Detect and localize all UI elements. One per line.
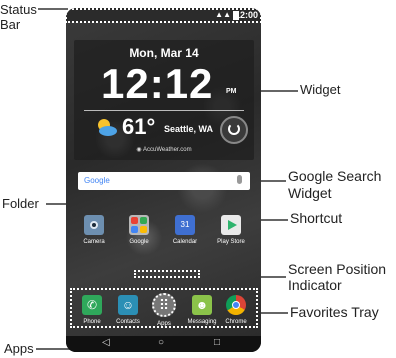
app-camera[interactable]: Camera xyxy=(72,215,116,245)
dock-chrome[interactable]: Chrome xyxy=(214,295,258,325)
calendar-icon: 31 xyxy=(175,215,195,235)
widget-ampm: PM xyxy=(226,88,237,95)
callout-screen-position-indicator: Screen Position Indicator xyxy=(288,261,387,293)
callout-widget: Widget xyxy=(300,82,341,97)
clock-weather-widget[interactable]: Mon, Mar 14 12:12 PM 61° Seattle, WA ◉ A… xyxy=(74,40,254,160)
home-screen: ▲▲ 12:00 Mon, Mar 14 12:12 PM 61° Seattl… xyxy=(66,8,261,336)
google-search-bar[interactable]: Google xyxy=(78,172,250,190)
callout-favorites-tray: Favorites Tray xyxy=(290,304,379,320)
widget-clock: 12:12 xyxy=(101,60,214,107)
widget-city: Seattle, WA xyxy=(164,124,214,134)
screen-position-indicator xyxy=(134,270,200,278)
chrome-icon xyxy=(226,295,246,315)
app-label: Play Store xyxy=(217,239,245,245)
back-icon[interactable]: ◁ xyxy=(102,337,110,348)
app-label: Google xyxy=(129,239,149,245)
callout-status-bar: Status Bar xyxy=(0,2,37,32)
google-logo: Google xyxy=(84,176,110,185)
callout-line-tray xyxy=(258,312,288,314)
play-store-icon xyxy=(221,215,241,235)
widget-date: Mon, Mar 14 xyxy=(129,46,199,60)
navigation-bar: ◁ ○ □ xyxy=(66,336,261,352)
mic-icon[interactable] xyxy=(237,175,242,184)
home-icon[interactable]: ○ xyxy=(158,337,164,348)
callout-shortcut: Shortcut xyxy=(290,210,343,226)
callout-google-search-widget: Google Search Widget xyxy=(288,168,382,201)
status-bar-highlight xyxy=(66,8,261,23)
camera-icon xyxy=(84,215,104,235)
recent-apps-icon[interactable]: □ xyxy=(214,337,220,348)
callout-apps: Apps xyxy=(4,341,34,356)
callout-line-status-bar xyxy=(38,8,68,10)
folder-icon xyxy=(129,215,149,235)
app-label: Chrome xyxy=(225,319,247,325)
contacts-icon: ☺ xyxy=(118,295,138,315)
widget-divider xyxy=(84,110,244,111)
weather-icon xyxy=(98,119,117,136)
app-play-store[interactable]: Play Store xyxy=(209,215,253,245)
callout-folder: Folder xyxy=(2,196,39,211)
phone-icon: ✆ xyxy=(82,295,102,315)
widget-temperature: 61° xyxy=(122,114,156,139)
refresh-icon[interactable] xyxy=(220,116,248,144)
app-calendar[interactable]: 31 Calendar xyxy=(163,215,207,245)
messaging-icon: ☻ xyxy=(192,295,212,315)
phone-frame: ▲▲ 12:00 Mon, Mar 14 12:12 PM 61° Seattl… xyxy=(66,8,261,352)
app-label: Calendar xyxy=(172,239,198,245)
widget-credit: ◉ AccuWeather.com xyxy=(136,147,192,153)
app-label: Camera xyxy=(83,239,105,245)
apps-grid-icon: ⠿ xyxy=(152,293,176,317)
folder-google[interactable]: Google xyxy=(117,215,161,245)
